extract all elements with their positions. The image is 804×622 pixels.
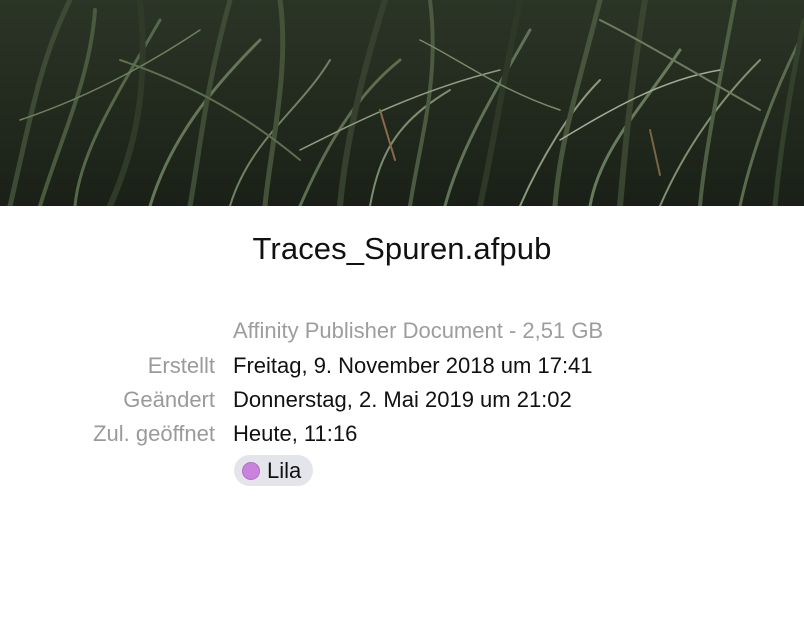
created-value: Freitag, 9. November 2018 um 17:41 [233,353,593,378]
last-opened-value: Heute, 11:16 [233,421,358,446]
info-row-created: Erstellt Freitag, 9. November 2018 um 17… [0,351,804,381]
file-name: Traces_Spuren.afpub [252,231,552,266]
info-row-modified: Geändert Donnerstag, 2. Mai 2019 um 21:0… [0,385,804,415]
tag-chip-lila[interactable]: Lila [234,455,314,486]
modified-value: Donnerstag, 2. Mai 2019 um 21:02 [233,387,572,412]
tag-label: Lila [267,457,302,483]
kind-size-value: Affinity Publisher Document - 2,51 GB [233,318,604,343]
info-row-last-opened: Zul. geöffnet Heute, 11:16 [0,419,804,449]
modified-label: Geändert [123,387,215,412]
preview-image [0,0,804,206]
kind-size-row: Affinity Publisher Document - 2,51 GB [0,316,804,346]
tag-color-dot-icon [242,461,260,480]
last-opened-label: Zul. geöffnet [93,421,215,446]
created-label: Erstellt [147,353,215,378]
